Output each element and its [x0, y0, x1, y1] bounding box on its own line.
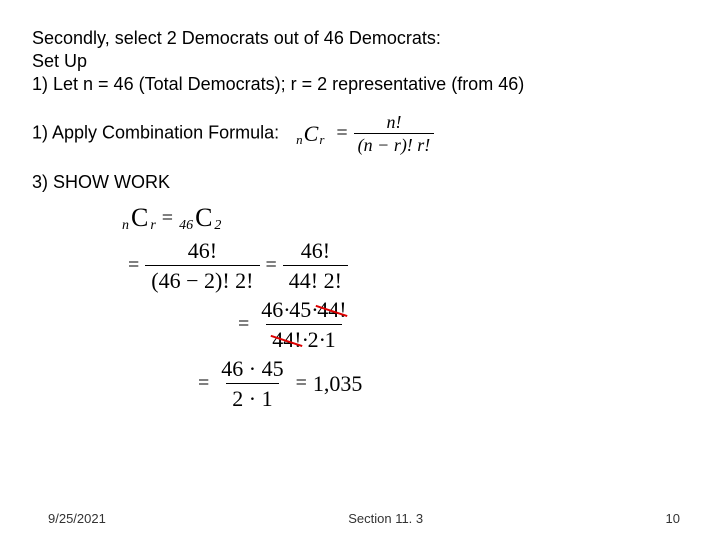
w4-eq2: =: [296, 372, 307, 395]
w2-num1: 46!: [182, 239, 223, 265]
w3-den-b: 1: [325, 327, 336, 352]
formula-num: n!: [382, 113, 405, 133]
w1-rpost: 2: [214, 218, 221, 234]
work-line-2: = 46! (46 − 2)! 2! = 46! 44! 2!: [122, 239, 688, 292]
formula-den: (n − r)! r!: [354, 133, 435, 154]
w1-eq: =: [162, 207, 173, 230]
w1-lpost: r: [150, 218, 155, 234]
w3-eq: =: [238, 313, 249, 336]
formula-presub: n: [296, 132, 303, 148]
step-2-label: 1) Apply Combination Formula:: [32, 122, 279, 142]
footer-date: 9/25/2021: [48, 511, 106, 526]
footer-section: Section 11. 3: [348, 511, 423, 526]
step-1: 1) Let n = 46 (Total Democrats); r = 2 r…: [32, 74, 688, 95]
work-line-4: = 46 · 45 2 · 1 = 1,035: [192, 357, 688, 410]
combination-formula: n C r = n! (n − r)! r!: [296, 113, 434, 154]
w3-den-a: 2: [308, 327, 319, 352]
w2-num2: 46!: [295, 239, 336, 265]
w3-num: 46·45·44!: [255, 298, 352, 324]
w2-eq2: =: [266, 254, 277, 277]
setup-label: Set Up: [32, 51, 688, 72]
w4-frac: 46 · 45 2 · 1: [215, 357, 289, 410]
step-3-label: 3) SHOW WORK: [32, 172, 688, 193]
formula-eq: =: [336, 122, 347, 145]
footer: 9/25/2021 Section 11. 3 10: [0, 511, 720, 526]
footer-page: 10: [666, 511, 680, 526]
w3-den-cancel: 44!: [272, 328, 301, 351]
w2-eq: =: [128, 254, 139, 277]
formula-fraction: n! (n − r)! r!: [354, 113, 435, 154]
formula-c: C: [304, 121, 319, 147]
w3-num-cancel: 44!: [317, 298, 346, 321]
w4-den: 2 · 1: [226, 383, 278, 410]
work-line-3: = 46·45·44! 44!·2·1: [232, 298, 688, 351]
formula-postsub: r: [319, 132, 324, 148]
work-area: n C r = 46 C 2 = 46! (46 − 2)! 2! = 46! …: [122, 203, 688, 411]
w4-result: 1,035: [313, 371, 363, 397]
w3-frac: 46·45·44! 44!·2·1: [255, 298, 352, 351]
work-line-1: n C r = 46 C 2: [122, 203, 688, 233]
w3-den: 44!·2·1: [266, 324, 341, 351]
w2-frac1: 46! (46 − 2)! 2!: [145, 239, 259, 292]
w2-den1: (46 − 2)! 2!: [145, 265, 259, 292]
w4-eq: =: [198, 372, 209, 395]
w4-num: 46 · 45: [215, 357, 289, 383]
heading: Secondly, select 2 Democrats out of 46 D…: [32, 28, 688, 49]
w2-den2: 44! 2!: [283, 265, 348, 292]
w1-rpre: 46: [179, 218, 193, 234]
w3-num-b: 45: [289, 297, 311, 322]
w3-num-a: 46: [261, 297, 283, 322]
w1-lC: C: [131, 203, 148, 233]
w2-frac2: 46! 44! 2!: [283, 239, 348, 292]
w1-lpre: n: [122, 218, 129, 234]
w1-rC: C: [195, 203, 212, 233]
step-2: 1) Apply Combination Formula: n C r = n!…: [32, 113, 688, 154]
